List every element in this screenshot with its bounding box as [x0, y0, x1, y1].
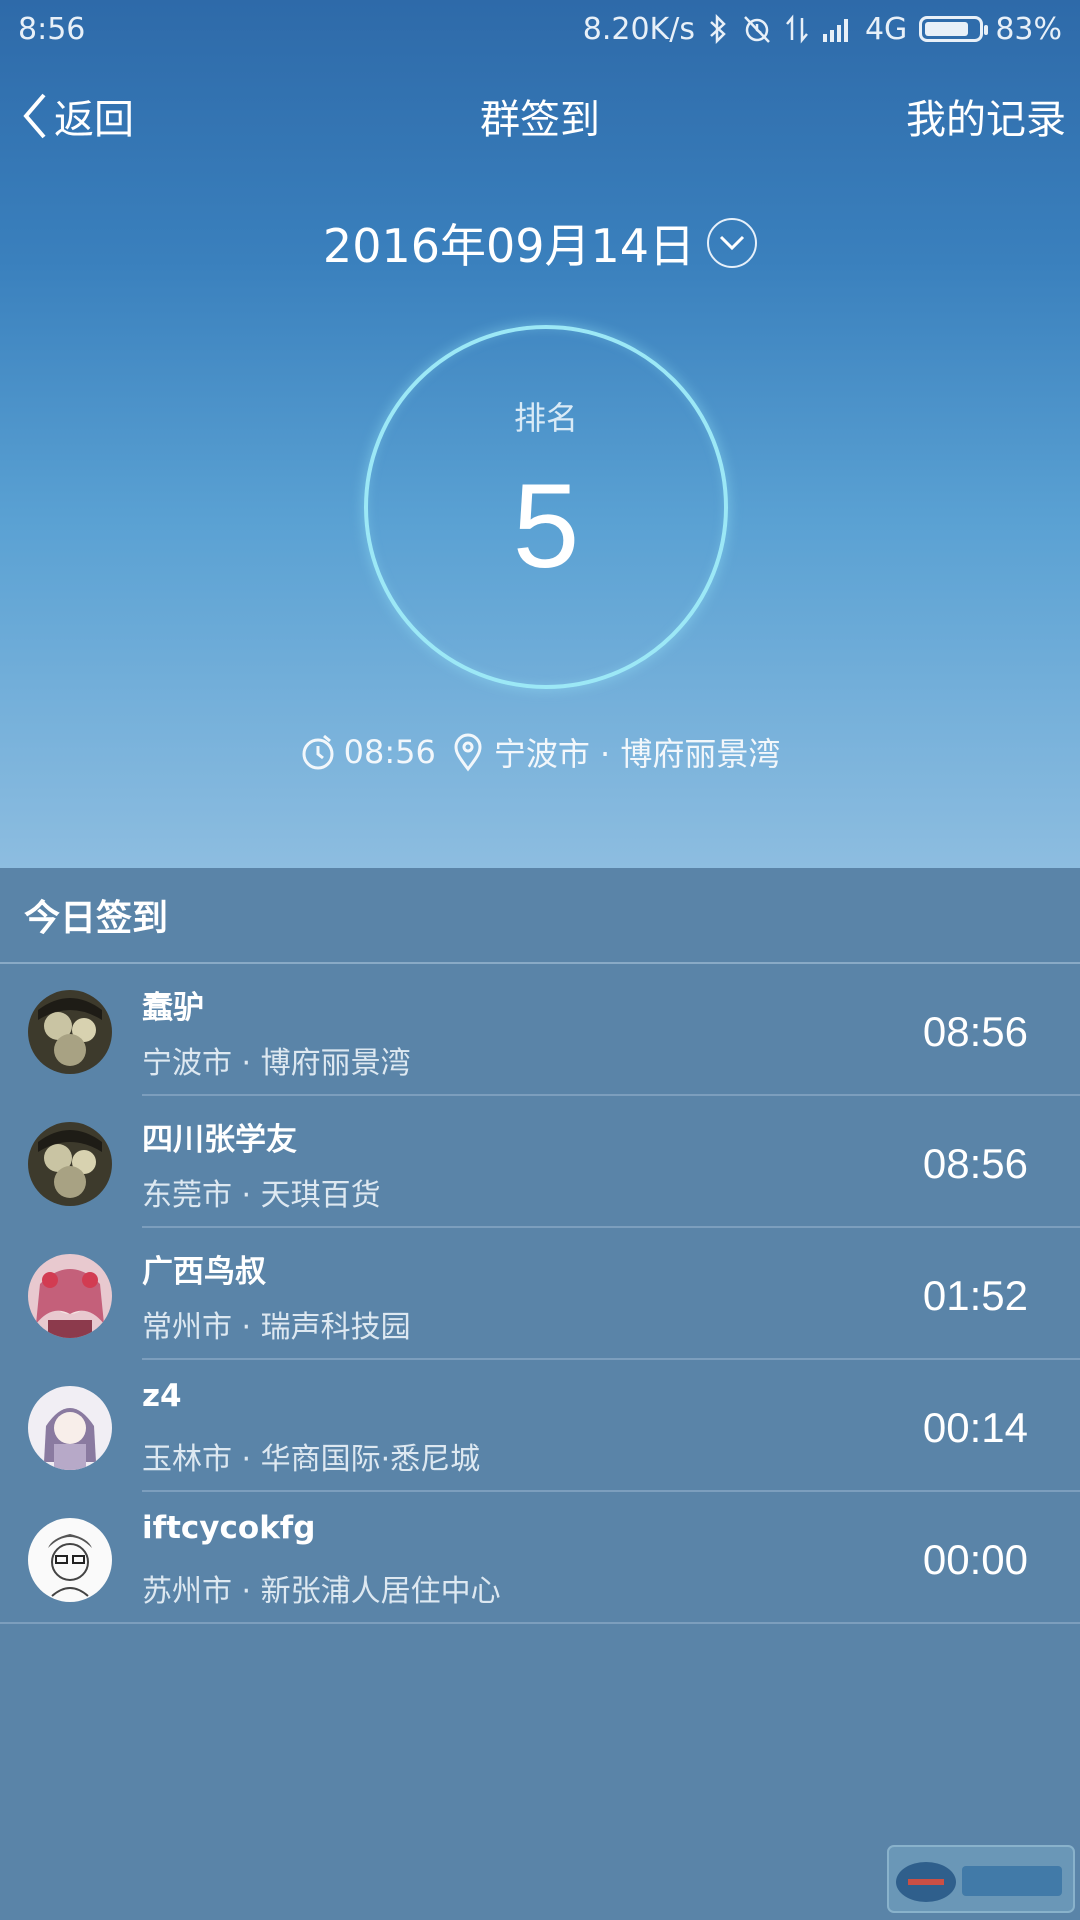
list-item[interactable]: iftcycokfg 苏州市 · 新张浦人居住中心 00:00 [0, 1492, 1080, 1624]
list-item[interactable]: 蠢驴 宁波市 · 博府丽景湾 08:56 [0, 964, 1080, 1096]
list-item-location: 玉林市 · 华商国际·悉尼城 [142, 1442, 481, 1477]
list-item[interactable]: 广西鸟叔 常州市 · 瑞声科技园 01:52 [0, 1228, 1080, 1360]
checkin-time-value: 08:56 [343, 733, 436, 771]
list-item-name: z4 [142, 1378, 182, 1414]
list-item-time: 08:56 [922, 1140, 1028, 1187]
avatar [28, 1518, 112, 1602]
list-item-name: 广西鸟叔 [142, 1254, 266, 1290]
chevron-left-icon [23, 93, 46, 139]
chevron-down-icon[interactable] [707, 218, 758, 268]
location-pin-icon [454, 733, 482, 772]
alarm-off-icon [741, 14, 773, 44]
date-label: 2016年09月14日 [322, 219, 696, 273]
bluetooth-icon [707, 14, 729, 44]
list-item-location: 苏州市 · 新张浦人居住中心 [142, 1574, 501, 1609]
rank-circle: 排名 5 [364, 325, 728, 689]
list-item-name: 蠢驴 [142, 990, 204, 1026]
avatar [28, 1254, 112, 1338]
list-item-location: 东莞市 · 天琪百货 [142, 1178, 381, 1213]
avatar [28, 1122, 112, 1206]
list-item[interactable]: z4 玉林市 · 华商国际·悉尼城 00:14 [0, 1360, 1080, 1492]
clock-icon [302, 734, 334, 770]
avatar [28, 990, 112, 1074]
status-indicators: 8.20K/s 4G 83% [583, 12, 1062, 47]
my-records-link[interactable]: 我的记录 [906, 87, 1066, 145]
checkin-location: 宁波市 · 博府丽景湾 [450, 729, 781, 775]
nav-bar: 返回 群签到 我的记录 [0, 70, 1080, 162]
battery-level [925, 22, 969, 36]
checkin-time: 08:56 [300, 732, 436, 772]
watermark-logo [886, 1844, 1076, 1914]
date-selector[interactable]: 2016年09月14日 [0, 208, 1080, 278]
checkin-location-value: 宁波市 · 博府丽景湾 [493, 735, 781, 773]
network-type: 4G [864, 11, 908, 47]
list-item[interactable]: 四川张学友 东莞市 · 天琪百货 08:56 [0, 1096, 1080, 1228]
status-time: 8:56 [18, 11, 86, 47]
network-speed: 8.20K/s [582, 11, 695, 47]
checkin-meta: 08:56 宁波市 · 博府丽景湾 [0, 722, 1080, 782]
battery-percent: 83% [995, 11, 1062, 47]
list-header: 今日签到 [0, 868, 1080, 964]
battery-icon [919, 16, 989, 42]
list-item-name: iftcycokfg [142, 1510, 316, 1546]
back-button[interactable]: 返回 [20, 87, 134, 145]
avatar [28, 1386, 112, 1470]
list-item-location: 常州市 · 瑞声科技园 [142, 1310, 411, 1345]
list-item-location: 宁波市 · 博府丽景湾 [142, 1046, 411, 1081]
list-item-time: 00:14 [922, 1404, 1028, 1451]
rank-label: 排名 [513, 399, 578, 437]
checkin-list: 今日签到 蠢驴 宁波市 · 博府丽景湾 08:56 四川张学友 东莞市 · 天琪… [0, 868, 1080, 1920]
list-item-time: 00:00 [922, 1536, 1028, 1583]
data-transfer-icon [785, 14, 809, 44]
rank-value: 5 [512, 459, 580, 593]
list-item-time: 08:56 [922, 1008, 1028, 1055]
status-bar: 8:56 8.20K/s 4G 83% [0, 0, 1080, 58]
list-item-name: 四川张学友 [142, 1122, 297, 1158]
list-item-time: 01:52 [922, 1272, 1028, 1319]
signal-icon [821, 16, 853, 42]
back-label: 返回 [54, 97, 134, 143]
